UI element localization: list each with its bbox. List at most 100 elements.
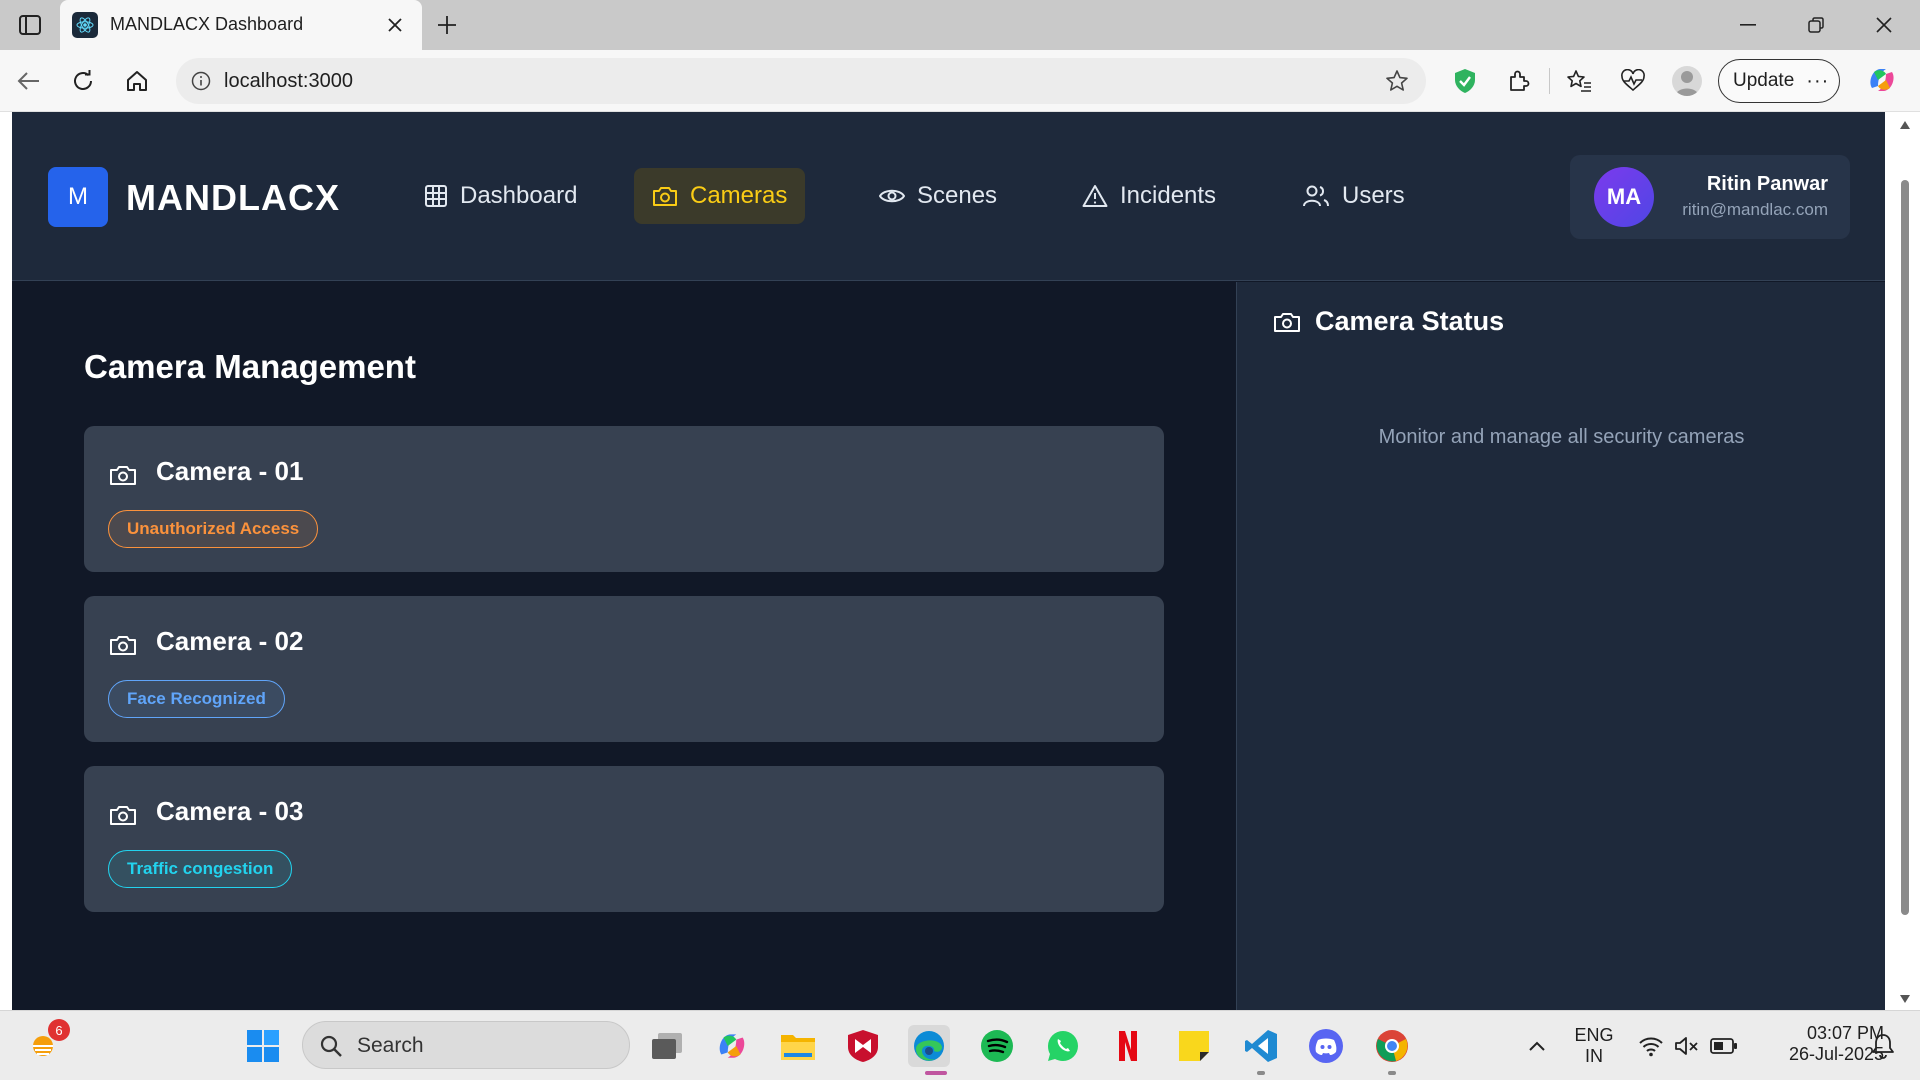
edge-browser-icon[interactable] xyxy=(908,1025,950,1067)
search-icon xyxy=(319,1034,343,1058)
edge-active-indicator xyxy=(925,1071,947,1075)
update-button[interactable]: Update ··· xyxy=(1718,59,1840,103)
camera-status-sidebar: Camera Status Monitor and manage all sec… xyxy=(1236,282,1885,1010)
nav-cameras[interactable]: Cameras xyxy=(634,168,806,224)
camera-management-panel: Camera Management Camera - 01 Unauthoriz… xyxy=(12,282,1236,1010)
camera-icon xyxy=(108,630,138,660)
status-badge: Unauthorized Access xyxy=(108,510,319,548)
region-code: IN xyxy=(1585,1046,1603,1066)
scrollbar-thumb[interactable] xyxy=(1901,180,1909,915)
windows-start-icon[interactable] xyxy=(242,1025,284,1067)
more-options-icon: ··· xyxy=(1806,69,1830,92)
camera-icon xyxy=(1274,312,1300,332)
sidebar-title-label: Camera Status xyxy=(1315,306,1505,336)
tab-title: MANDLACX Dashboard xyxy=(110,14,304,34)
app-header: M MANDLACX Dashboard Cameras Scenes Inci… xyxy=(12,113,1885,281)
netflix-icon[interactable] xyxy=(1107,1025,1149,1067)
shield-extension-icon[interactable] xyxy=(1450,66,1480,96)
copilot-icon[interactable] xyxy=(1864,62,1900,98)
nav-scenes[interactable]: Scenes xyxy=(861,168,1015,224)
users-icon xyxy=(1303,185,1329,207)
user-name: Ritin Panwar xyxy=(1706,173,1828,195)
camera-icon xyxy=(108,800,138,830)
react-favicon-icon xyxy=(72,12,98,38)
home-icon[interactable] xyxy=(122,66,152,96)
favorites-icon[interactable] xyxy=(1564,66,1594,96)
sidebar-title: Camera Status xyxy=(1273,306,1504,337)
nav-users[interactable]: Users xyxy=(1284,168,1423,224)
sidebar-description: Monitor and manage all security cameras xyxy=(1378,426,1745,448)
status-badge: Face Recognized xyxy=(108,680,285,718)
update-button-label: Update xyxy=(1733,70,1795,91)
camera-card[interactable]: Camera - 02 Face Recognized xyxy=(84,596,1164,742)
app-page: M MANDLACX Dashboard Cameras Scenes Inci… xyxy=(12,113,1885,1010)
camera-icon xyxy=(108,460,138,490)
language-code: ENG xyxy=(1574,1025,1614,1045)
url-text: localhost:3000 xyxy=(224,70,353,92)
search-label: Search xyxy=(357,1034,424,1057)
discord-icon[interactable] xyxy=(1305,1025,1347,1067)
taskbar-search[interactable]: Search xyxy=(302,1021,630,1069)
tab-actions-icon[interactable] xyxy=(14,10,46,40)
nav-incidents-label: Incidents xyxy=(1120,182,1217,209)
grid-icon xyxy=(425,185,447,207)
new-tab-icon[interactable] xyxy=(432,10,462,40)
eye-icon xyxy=(879,189,905,203)
camera-icon xyxy=(653,187,677,206)
scroll-down-icon[interactable] xyxy=(1898,992,1912,1006)
warning-triangle-icon xyxy=(1082,185,1108,207)
camera-name: Camera - 02 xyxy=(156,626,304,656)
page-title: Camera Management xyxy=(84,348,416,385)
chrome-running-indicator xyxy=(1388,1071,1396,1075)
nav-scenes-label: Scenes xyxy=(917,182,998,209)
spotify-icon[interactable] xyxy=(976,1025,1018,1067)
windows-taskbar: 6 Search ENG IN 03:07 PM 26-Jul-2025 xyxy=(0,1010,1920,1080)
nav-incidents[interactable]: Incidents xyxy=(1064,168,1234,224)
refresh-icon[interactable] xyxy=(68,66,98,96)
nav-cameras-label: Cameras xyxy=(690,182,788,209)
battery-icon[interactable] xyxy=(1703,1025,1745,1067)
site-info-icon[interactable] xyxy=(190,70,212,92)
user-email: ritin@mandlac.com xyxy=(1682,200,1828,219)
camera-card[interactable]: Camera - 01 Unauthorized Access xyxy=(84,426,1164,572)
back-icon[interactable] xyxy=(14,66,44,96)
widget-badge: 6 xyxy=(48,1019,70,1041)
user-profile-card[interactable]: MA Ritin Panwar ritin@mandlac.com xyxy=(1570,155,1850,239)
page-left-edge xyxy=(0,112,12,1010)
chrome-icon[interactable] xyxy=(1371,1025,1413,1067)
notifications-bell-icon[interactable] xyxy=(1862,1025,1904,1067)
browser-tab-strip: MANDLACX Dashboard xyxy=(0,0,1920,50)
brand-name[interactable]: MANDLACX xyxy=(126,177,340,219)
browser-toolbar: localhost:3000 Update ··· xyxy=(0,50,1920,112)
nav-dashboard-label: Dashboard xyxy=(460,182,578,209)
whatsapp-icon[interactable] xyxy=(1042,1025,1084,1067)
restore-icon[interactable] xyxy=(1796,10,1836,40)
volume-muted-icon[interactable] xyxy=(1666,1025,1708,1067)
profile-avatar-icon[interactable] xyxy=(1672,66,1702,96)
camera-name: Camera - 03 xyxy=(156,796,304,826)
file-explorer-icon[interactable] xyxy=(777,1025,819,1067)
scroll-up-icon[interactable] xyxy=(1898,118,1912,132)
browser-health-icon[interactable] xyxy=(1618,66,1648,96)
avatar: MA xyxy=(1594,167,1654,227)
toolbar-divider xyxy=(1549,68,1550,94)
mcafee-icon[interactable] xyxy=(842,1025,884,1067)
close-tab-icon[interactable] xyxy=(382,12,408,38)
vscode-icon[interactable] xyxy=(1240,1025,1282,1067)
sticky-notes-icon[interactable] xyxy=(1173,1025,1215,1067)
show-hidden-icons-icon[interactable] xyxy=(1516,1025,1558,1067)
camera-name: Camera - 01 xyxy=(156,456,304,486)
copilot-taskbar-icon[interactable] xyxy=(711,1025,753,1067)
favorite-star-icon[interactable] xyxy=(1384,68,1410,94)
browser-tab[interactable]: MANDLACX Dashboard xyxy=(60,0,422,50)
minimize-icon[interactable] xyxy=(1728,10,1768,40)
extensions-puzzle-icon[interactable] xyxy=(1504,66,1534,96)
address-bar[interactable]: localhost:3000 xyxy=(176,58,1426,104)
nav-users-label: Users xyxy=(1342,182,1405,209)
close-window-icon[interactable] xyxy=(1864,10,1904,40)
logo[interactable]: M xyxy=(48,167,108,227)
camera-card[interactable]: Camera - 03 Traffic congestion xyxy=(84,766,1164,912)
task-view-icon[interactable] xyxy=(646,1025,688,1067)
language-indicator[interactable]: ENG IN xyxy=(1570,1025,1618,1067)
nav-dashboard[interactable]: Dashboard xyxy=(406,168,595,224)
